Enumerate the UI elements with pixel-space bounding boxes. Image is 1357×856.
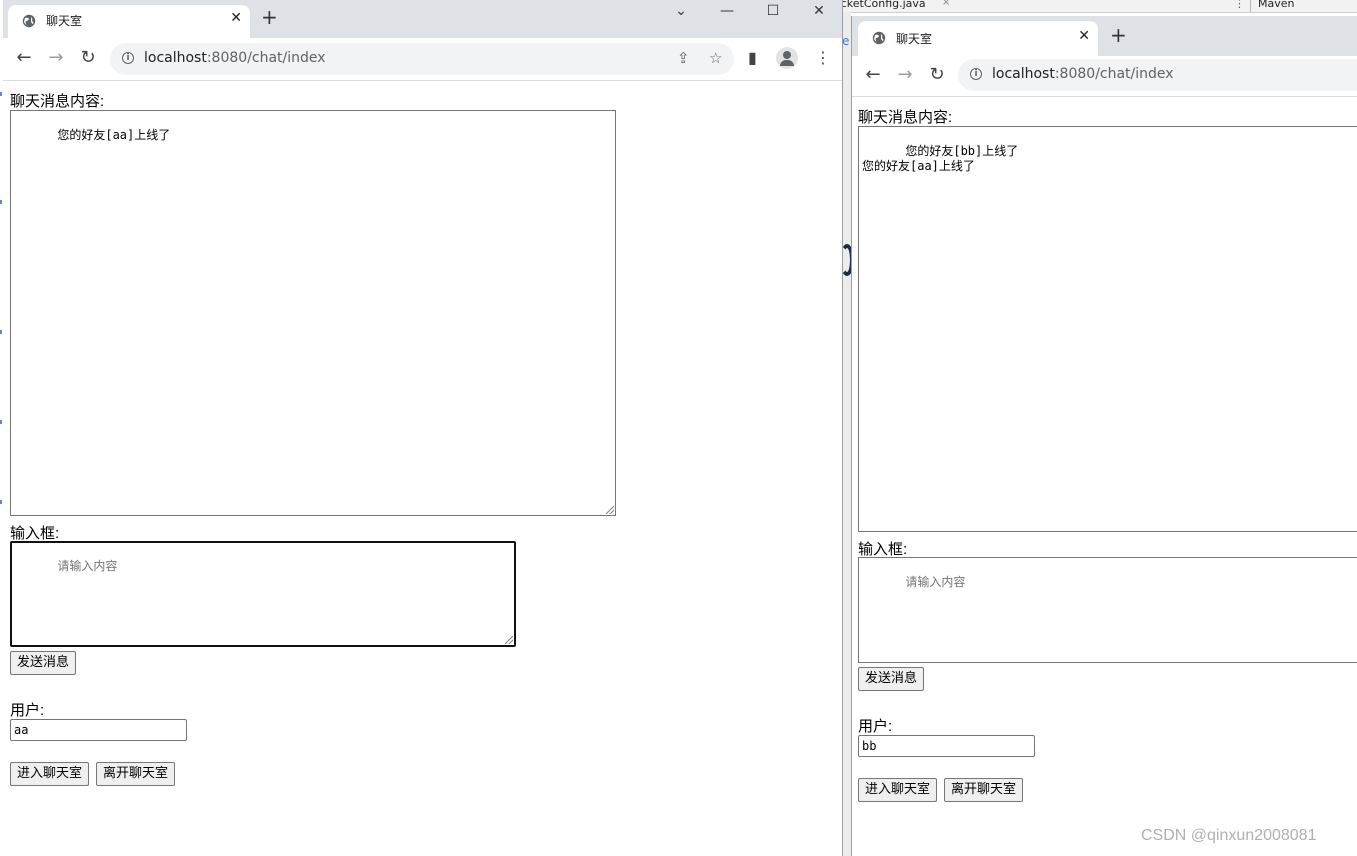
background-text-fragment: e — [842, 34, 850, 48]
input-label: 输入框: — [10, 525, 60, 542]
message-input[interactable]: 请输入内容 — [858, 557, 1357, 663]
reload-icon[interactable]: ↻ — [927, 65, 947, 85]
user-label: 用户: — [858, 718, 893, 735]
site-info-icon[interactable]: i — [970, 68, 982, 80]
url-text[interactable]: localhost:8080/chat/index — [144, 50, 326, 66]
reload-icon[interactable]: ↻ — [78, 48, 98, 68]
ide-tab-close-icon[interactable]: × — [942, 0, 950, 8]
maximize-icon[interactable]: ☐ — [753, 0, 793, 24]
messages-textarea[interactable]: 您的好友[aa]上线了 — [10, 110, 616, 516]
ide-tab-strip: ocketConfig.java × ⋮ Maven — [832, 0, 1357, 13]
message-input[interactable]: 请输入内容 — [10, 541, 516, 647]
page-content: 聊天消息内容: 您的好友[aa]上线了 输入框: 请输入内容 发送消息 用户: … — [3, 81, 842, 856]
url-text[interactable]: localhost:8080/chat/index — [992, 66, 1174, 82]
message-input-placeholder: 请输入内容 — [905, 575, 966, 589]
user-label: 用户: — [10, 702, 45, 719]
tab-title: 聊天室 — [896, 32, 933, 46]
username-input[interactable]: aa — [10, 719, 187, 741]
messages-textarea[interactable]: 您的好友[bb]上线了 您的好友[aa]上线了 — [858, 126, 1357, 532]
new-tab-icon[interactable]: + — [261, 6, 278, 28]
back-icon[interactable]: ← — [14, 48, 34, 68]
ide-divider — [1250, 0, 1251, 12]
tab-title: 聊天室 — [46, 14, 83, 28]
tab-strip: 聊天室 ✕ + — [852, 16, 1357, 56]
browser-window-right: 聊天室 ✕ + ← → ↻ i localhost:8080/chat/inde… — [851, 16, 1357, 856]
leave-chat-button[interactable]: 离开聊天室 — [96, 762, 176, 786]
new-tab-icon[interactable]: + — [1110, 24, 1127, 46]
address-bar[interactable]: i localhost:8080/chat/index — [958, 59, 1357, 91]
background-app-strip: e — [840, 12, 854, 856]
enter-chat-button[interactable]: 进入聊天室 — [858, 778, 938, 802]
resize-grip-icon[interactable] — [606, 506, 614, 514]
page-content: 聊天消息内容: 您的好友[bb]上线了 您的好友[aa]上线了 输入框: 请输入… — [852, 97, 1357, 856]
side-panel-icon[interactable]: ▮ — [748, 48, 757, 67]
leave-chat-button[interactable]: 离开聊天室 — [944, 778, 1024, 802]
ide-more-icon[interactable]: ⋮ — [1234, 0, 1245, 10]
messages-label: 聊天消息内容: — [858, 109, 953, 126]
resize-grip-icon[interactable] — [505, 636, 513, 644]
globe-icon — [872, 31, 886, 45]
back-icon[interactable]: ← — [863, 65, 883, 85]
message-input-placeholder: 请输入内容 — [57, 559, 118, 573]
share-icon[interactable]: ⇪ — [677, 49, 690, 67]
messages-label: 聊天消息内容: — [10, 93, 105, 110]
send-button[interactable]: 发送消息 — [10, 651, 77, 675]
input-label: 输入框: — [858, 541, 908, 558]
star-icon[interactable]: ☆ — [709, 49, 722, 67]
window-close-icon[interactable]: ✕ — [799, 0, 839, 24]
profile-avatar-icon[interactable] — [776, 47, 798, 69]
ide-file-tab[interactable]: ocketConfig.java — [834, 0, 926, 10]
messages-text: 您的好友[aa]上线了 — [57, 128, 171, 142]
close-icon[interactable]: ✕ — [1078, 28, 1090, 44]
browser-tab[interactable]: 聊天室 ✕ — [858, 21, 1098, 56]
globe-icon — [22, 14, 36, 28]
forward-icon[interactable]: → — [895, 65, 915, 85]
messages-text: 您的好友[bb]上线了 您的好友[aa]上线了 — [862, 144, 1019, 173]
menu-icon[interactable]: ⋮ — [815, 48, 831, 67]
send-button[interactable]: 发送消息 — [858, 667, 925, 691]
tab-strip: 聊天室 ✕ + ⌄ — ☐ ✕ — [3, 0, 842, 38]
watermark: CSDN @qinxun2008081 — [1141, 827, 1317, 844]
username-input[interactable]: bb — [858, 735, 1035, 757]
minimize-icon[interactable]: — — [707, 0, 747, 24]
close-icon[interactable]: ✕ — [230, 10, 242, 26]
site-info-icon[interactable]: i — [122, 52, 134, 64]
ide-maven-panel-label[interactable]: Maven — [1258, 0, 1294, 10]
address-bar[interactable]: i localhost:8080/chat/index ⇪ ☆ — [110, 43, 734, 75]
browser-tab[interactable]: 聊天室 ✕ — [8, 5, 250, 38]
forward-icon[interactable]: → — [46, 48, 66, 68]
browser-toolbar: ← → ↻ i localhost:8080/chat/index — [852, 56, 1357, 97]
tab-search-icon[interactable]: ⌄ — [661, 0, 701, 24]
enter-chat-button[interactable]: 进入聊天室 — [10, 762, 90, 786]
browser-window-left: 聊天室 ✕ + ⌄ — ☐ ✕ ← → ↻ i localhost:8080/c… — [3, 0, 843, 856]
browser-toolbar: ← → ↻ i localhost:8080/chat/index ⇪ ☆ ▮ … — [3, 38, 842, 81]
